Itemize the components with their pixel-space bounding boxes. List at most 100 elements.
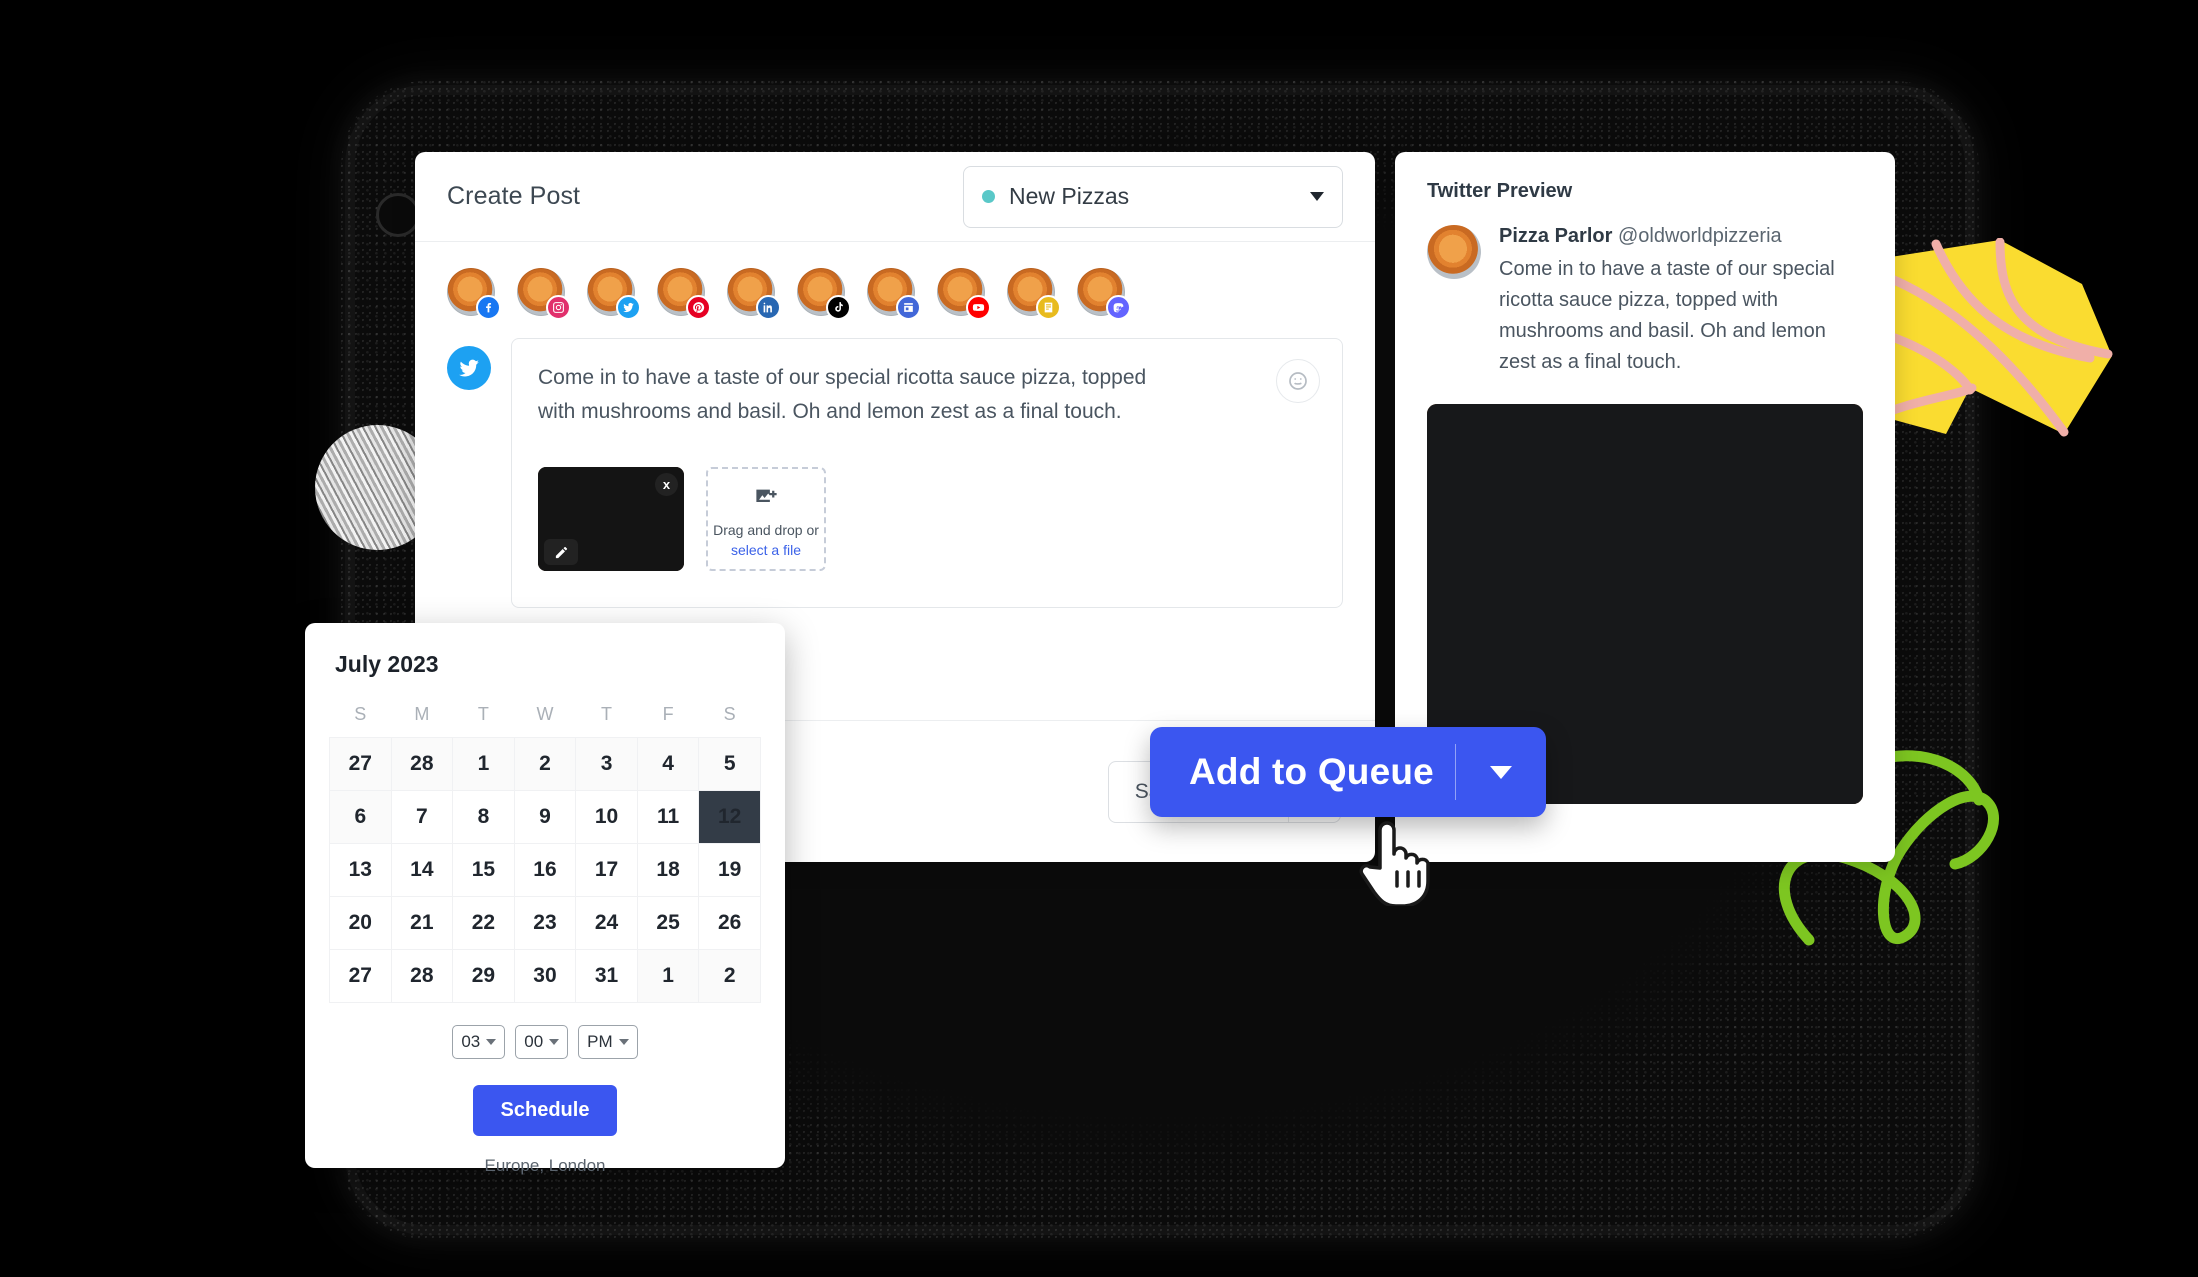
- calendar-day-cell[interactable]: 13: [329, 843, 392, 897]
- account-selector-row: [415, 242, 1375, 326]
- remove-attachment-button[interactable]: x: [655, 473, 678, 497]
- weekday-label: T: [477, 704, 489, 724]
- minute-select[interactable]: 00: [515, 1025, 569, 1059]
- preview-handle: @oldworldpizzeria: [1617, 225, 1782, 247]
- calendar-day-cell[interactable]: 2: [698, 949, 761, 1003]
- calendar-week-row: 13 14 15 16 17 18 19: [329, 843, 761, 897]
- tablet-camera-icon: [376, 193, 420, 237]
- chevron-down-icon: [549, 1039, 560, 1045]
- calendar-day-cell[interactable]: 7: [390, 790, 454, 844]
- meridiem-select[interactable]: PM: [578, 1025, 638, 1059]
- youtube-icon: [966, 295, 991, 320]
- account-youtube[interactable]: [937, 268, 991, 320]
- weekday-label: S: [723, 704, 736, 724]
- calendar-day-cell[interactable]: 23: [513, 896, 577, 950]
- pinterest-icon: [686, 295, 711, 320]
- account-pinterest[interactable]: [657, 268, 711, 320]
- calendar-day-cell[interactable]: 29: [452, 949, 515, 1003]
- timezone-label: Europe, London: [484, 1156, 606, 1175]
- calendar-day-cell[interactable]: 25: [636, 896, 700, 950]
- calendar-day-cell[interactable]: 31: [575, 949, 638, 1003]
- calendar-day-cell[interactable]: 1: [636, 949, 700, 1003]
- calendar-day-cell[interactable]: 17: [575, 843, 638, 897]
- calendar-week-row: 27 28 29 30 31 1 2: [329, 949, 761, 1003]
- calendar-day-cell[interactable]: 28: [390, 737, 454, 791]
- calendar-week-row: 27 28 1 2 3 4 5: [329, 737, 761, 791]
- avatar: [1427, 225, 1481, 279]
- add-to-queue-dropdown[interactable]: [1456, 765, 1546, 779]
- calendar-day-cell[interactable]: 18: [636, 843, 700, 897]
- attachment-thumbnail[interactable]: x: [538, 467, 684, 572]
- emoji-picker-button[interactable]: [1276, 359, 1320, 403]
- preview-tweet: Pizza Parlor @oldworldpizzeria Come in t…: [1427, 225, 1863, 378]
- calendar-day-cell[interactable]: 8: [452, 790, 515, 844]
- account-facebook-page[interactable]: [867, 268, 921, 320]
- hour-select[interactable]: 03: [452, 1025, 506, 1059]
- select-file-link[interactable]: select a file: [731, 542, 801, 558]
- weekday-label: F: [662, 704, 674, 724]
- page-title: Create Post: [447, 182, 581, 210]
- account-google-business[interactable]: [1007, 268, 1061, 320]
- facebook-icon: [476, 295, 501, 320]
- hour-value: 03: [461, 1032, 481, 1051]
- calendar-day-cell[interactable]: 28: [390, 949, 454, 1003]
- calendar-day-cell[interactable]: 10: [575, 790, 638, 844]
- schedule-calendar-popover: July 2023 S M T W T F S 27 28 1 2 3 4 5 6 7 8 9 10 1…: [305, 623, 785, 1175]
- time-selectors: 03 00 PM: [329, 1025, 761, 1059]
- meridiem-value: PM: [587, 1032, 613, 1051]
- calendar-day-cell[interactable]: 19: [698, 843, 761, 897]
- calendar-grid: S M T W T F S 27 28 1 2 3 4 5 6 7 8 9 10 11 12 13 14 15 1…: [329, 700, 761, 1003]
- calendar-day-cell[interactable]: 2: [513, 737, 577, 791]
- hand-cursor: [1359, 821, 1430, 906]
- campaign-color-dot: [982, 190, 995, 203]
- account-tiktok[interactable]: [797, 268, 851, 320]
- account-linkedin[interactable]: [727, 268, 781, 320]
- calendar-day-cell[interactable]: 5: [698, 737, 761, 791]
- composer-row: Come in to have a taste of our special r…: [415, 326, 1375, 608]
- calendar-day-cell[interactable]: 4: [636, 737, 700, 791]
- post-text-editor[interactable]: Come in to have a taste of our special r…: [511, 338, 1343, 608]
- calendar-day-cell[interactable]: 11: [636, 790, 700, 844]
- calendar-day-cell[interactable]: 6: [329, 790, 392, 844]
- pencil-icon: [555, 546, 567, 558]
- chevron-down-icon: [1490, 765, 1512, 779]
- chevron-down-icon: [1310, 192, 1324, 201]
- preview-text: Come in to have a taste of our special r…: [1499, 258, 1835, 373]
- card-header: Create Post New Pizzas: [415, 152, 1375, 242]
- instagram-icon: [546, 295, 571, 320]
- dropzone-label: Drag and drop or: [713, 521, 819, 538]
- campaign-select[interactable]: New Pizzas: [963, 165, 1343, 228]
- calendar-day-cell[interactable]: 20: [329, 896, 392, 950]
- calendar-month-title: July 2023: [335, 651, 439, 677]
- linkedin-icon: [756, 295, 781, 320]
- calendar-day-cell[interactable]: 12: [698, 790, 761, 844]
- add-to-queue-button[interactable]: Add to Queue: [1150, 727, 1546, 817]
- calendar-day-cell[interactable]: 27: [329, 737, 392, 791]
- calendar-week-row: 6 7 8 9 10 11 12: [329, 790, 761, 844]
- calendar-day-cell[interactable]: 24: [575, 896, 638, 950]
- calendar-day-cell[interactable]: 15: [452, 843, 515, 897]
- calendar-week-row: 20 21 22 23 24 25 26: [329, 896, 761, 950]
- screenshot-stage: Create Post New Pizzas Come in to have a…: [0, 0, 2198, 1277]
- edit-attachment-button[interactable]: [544, 539, 578, 566]
- calendar-day-cell[interactable]: 22: [452, 896, 515, 950]
- account-mastodon[interactable]: [1077, 268, 1131, 320]
- calendar-day-cell[interactable]: 26: [698, 896, 761, 950]
- preview-body: Pizza Parlor @oldworldpizzeria Come in t…: [1499, 225, 1863, 378]
- calendar-day-cell[interactable]: 3: [575, 737, 638, 791]
- calendar-day-cell[interactable]: 30: [513, 949, 577, 1003]
- calendar-day-cell[interactable]: 14: [390, 843, 454, 897]
- calendar-day-cell[interactable]: 9: [513, 790, 577, 844]
- calendar-day-cell[interactable]: 27: [329, 949, 392, 1003]
- post-text-value: Come in to have a taste of our special r…: [538, 366, 1147, 424]
- media-attachments: x Drag and drop or select a file: [538, 467, 1316, 572]
- account-instagram[interactable]: [517, 268, 571, 320]
- account-twitter[interactable]: [587, 268, 641, 320]
- calendar-day-cell[interactable]: 21: [390, 896, 454, 950]
- calendar-day-cell[interactable]: 1: [452, 737, 515, 791]
- preview-account: Pizza Parlor @oldworldpizzeria: [1499, 225, 1863, 248]
- calendar-day-cell[interactable]: 16: [513, 843, 577, 897]
- account-facebook[interactable]: [447, 268, 501, 320]
- schedule-button[interactable]: Schedule: [472, 1085, 618, 1136]
- file-dropzone[interactable]: Drag and drop or select a file: [706, 467, 826, 572]
